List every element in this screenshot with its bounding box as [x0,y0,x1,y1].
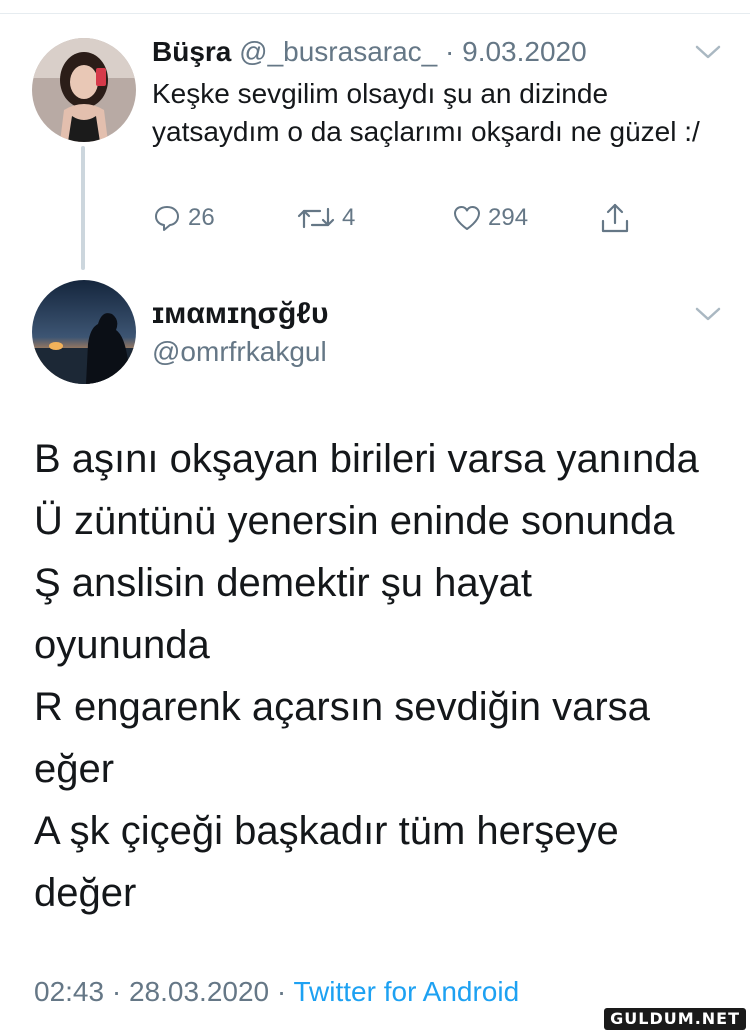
tweet2-meta: 02:43 · 28.03.2020 · Twitter for Android [34,972,519,1012]
tweet1-separator: · [437,36,463,67]
tweet2-source-link[interactable]: Twitter for Android [294,976,520,1007]
tweet2-line: Ş anslisin demektir şu hayat [34,561,533,605]
tweet2-time[interactable]: 02:43 [34,976,104,1007]
tweet1-date[interactable]: 9.03.2020 [462,36,587,67]
chevron-down-icon[interactable] [695,44,721,60]
retweet-count: 4 [342,204,356,231]
avatar-busra[interactable] [32,38,136,142]
tweet1-display-name[interactable]: Büşra [152,36,231,67]
avatar-omrfrkakgul[interactable] [32,280,136,384]
tweet2-line: eğer [34,747,115,791]
thread-connector-line [81,146,85,270]
reply-count: 26 [188,204,215,231]
reply-button[interactable]: 26 [152,198,215,238]
share-icon [601,203,629,233]
tweet2-text: B aşını okşayan birileri varsa yanında Ü… [34,428,724,924]
meta-separator: · [269,976,294,1007]
tweet1-header: Büşra @_busrasarac_ · 9.03.2020 [152,34,587,70]
share-button[interactable] [598,198,632,238]
tweet2-line: Ü züntünü yenersin eninde sonunda [34,499,675,543]
meta-separator: · [104,976,129,1007]
tweet2-date[interactable]: 28.03.2020 [129,976,269,1007]
tweet2-line: oyununda [34,623,210,667]
retweet-icon [297,207,335,229]
like-icon [454,206,480,230]
tweet2-line: R engarenk açarsın sevdiğin varsa [34,685,650,729]
tweet2-line: B aşını okşayan birileri varsa yanında [34,437,699,481]
retweet-button[interactable]: 4 [296,198,355,238]
tweet2-line: A şk çiçeği başkadır tüm herşeye [34,809,619,853]
tweet1-text: Keşke sevgilim olsaydı şu an dizinde yat… [152,78,700,147]
tweet2-handle[interactable]: @omrfrkakgul [152,334,327,370]
tweet2-line: değer [34,871,137,915]
watermark-logo: GULDUM.NET [604,1008,746,1030]
like-button[interactable]: 294 [452,198,528,238]
chevron-down-icon[interactable] [695,306,721,322]
reply-icon [155,206,179,231]
tweet1-handle[interactable]: @_busrasarac_ [239,36,437,67]
like-count: 294 [488,204,529,231]
tweet2-display-name[interactable]: ɪмαмɪɳσğℓυ [152,296,328,332]
top-divider [0,13,750,14]
